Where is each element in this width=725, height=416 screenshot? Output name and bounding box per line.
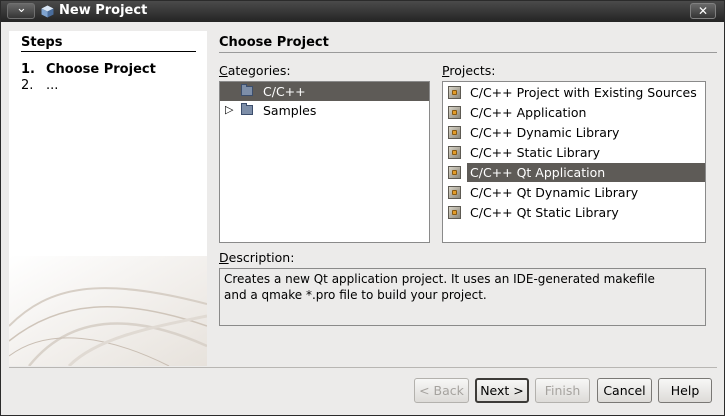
triangle-right-icon[interactable]: ▷ <box>225 103 233 116</box>
list-item[interactable]: C/C++ Static Library <box>443 143 705 162</box>
description-text: Creates a new Qt application project. It… <box>219 268 706 326</box>
title-bar[interactable]: ⌄ New Project ✕ <box>1 1 724 22</box>
cancel-button[interactable]: Cancel <box>597 378 652 403</box>
project-icon <box>448 166 461 179</box>
next-button[interactable]: Next > <box>475 378 529 403</box>
list-item[interactable]: C/C++ Qt Static Library <box>443 203 705 222</box>
list-item[interactable]: C/C++ Qt Dynamic Library <box>443 183 705 202</box>
category-item-cpp[interactable]: C/C++ <box>220 82 429 101</box>
help-button[interactable]: Help <box>658 378 712 403</box>
chevron-down-icon: ⌄ <box>16 1 27 16</box>
project-label: C/C++ Static Library <box>470 145 601 160</box>
folder-icon <box>241 103 253 115</box>
category-label: Samples <box>263 103 317 118</box>
title-divider <box>219 52 717 53</box>
steps-divider <box>21 51 196 52</box>
list-item[interactable]: C/C++ Dynamic Library <box>443 123 705 142</box>
page-title: Choose Project <box>219 35 329 50</box>
project-label: C/C++ Qt Dynamic Library <box>470 185 639 200</box>
decorative-swirl-image <box>9 256 207 366</box>
project-label: C/C++ Application <box>470 105 587 120</box>
project-icon <box>448 146 461 159</box>
new-project-dialog: ⌄ New Project ✕ Steps 1. Choose Project 2… <box>0 0 725 416</box>
project-label: C/C++ Dynamic Library <box>470 125 620 140</box>
projects-list[interactable]: C/C++ Project with Existing Sources C/C+… <box>442 81 706 243</box>
project-label: C/C++ Qt Static Library <box>470 205 619 220</box>
categories-label: Categories: <box>219 63 291 78</box>
step-label: ... <box>46 78 59 93</box>
finish-button[interactable]: Finish <box>535 378 590 403</box>
app-cube-icon <box>41 5 54 18</box>
categories-tree[interactable]: C/C++ ▷ Samples <box>219 81 430 243</box>
description-line-2: and a qmake *.pro file to build your pro… <box>224 288 487 302</box>
list-item-selected[interactable]: C/C++ Qt Application <box>443 163 705 182</box>
project-icon <box>448 186 461 199</box>
list-item[interactable]: C/C++ Project with Existing Sources <box>443 83 705 102</box>
step-item-1: 1. Choose Project <box>21 62 156 77</box>
window-title: New Project <box>59 3 148 18</box>
steps-heading: Steps <box>21 35 63 50</box>
category-label: C/C++ <box>263 84 306 99</box>
projects-label: Projects: <box>442 63 496 78</box>
step-item-2: 2.... <box>21 78 58 93</box>
step-number: 1. <box>21 62 35 77</box>
step-number: 2. <box>21 78 34 93</box>
close-button[interactable]: ✕ <box>690 3 716 19</box>
category-item-samples[interactable]: ▷ Samples <box>220 101 429 120</box>
folder-icon <box>241 84 253 96</box>
steps-panel: Steps 1. Choose Project 2.... <box>9 31 207 366</box>
project-label: C/C++ Project with Existing Sources <box>470 85 697 100</box>
step-label: Choose Project <box>46 62 156 77</box>
project-label: C/C++ Qt Application <box>470 165 606 180</box>
button-bar-divider <box>9 367 717 368</box>
window-menu-button[interactable]: ⌄ <box>7 1 35 19</box>
description-label: Description: <box>219 250 295 265</box>
description-line-1: Creates a new Qt application project. It… <box>224 272 655 286</box>
project-icon <box>448 106 461 119</box>
close-icon: ✕ <box>697 4 709 18</box>
back-button[interactable]: < Back <box>414 378 469 403</box>
list-item[interactable]: C/C++ Application <box>443 103 705 122</box>
project-icon <box>448 86 461 99</box>
project-icon <box>448 126 461 139</box>
project-icon <box>448 206 461 219</box>
